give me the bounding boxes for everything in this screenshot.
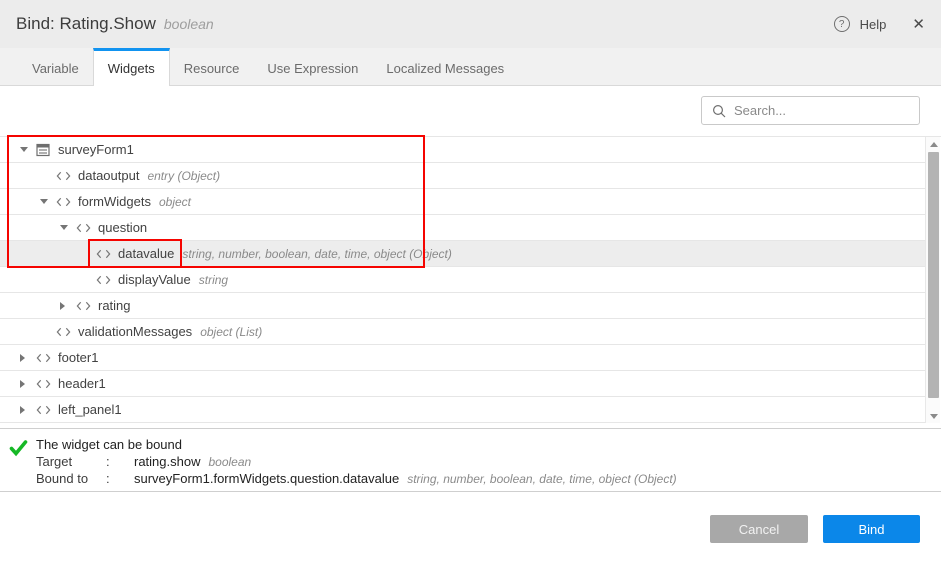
- code-icon: [36, 379, 52, 389]
- status-message: The widget can be bound: [36, 436, 677, 453]
- search-box[interactable]: [701, 96, 920, 125]
- code-icon: [36, 353, 52, 363]
- tree-row-question[interactable]: question: [0, 215, 925, 241]
- scrollbar-thumb[interactable]: [928, 152, 939, 398]
- tree-row-dataoutput[interactable]: dataoutput entry (Object): [0, 163, 925, 189]
- node-type: object: [159, 195, 191, 209]
- bound-to-type: string, number, boolean, date, time, obj…: [407, 472, 676, 486]
- search-row: [0, 86, 941, 136]
- target-type: boolean: [208, 455, 251, 469]
- code-icon: [56, 327, 72, 337]
- node-label: validationMessages: [78, 324, 192, 339]
- code-icon: [76, 223, 92, 233]
- node-type: object (List): [200, 325, 262, 339]
- bound-to-label: Bound to: [36, 471, 106, 486]
- node-label: left_panel1: [58, 402, 122, 417]
- caret-right-icon[interactable]: [60, 302, 76, 310]
- status-target-row: Target : rating.show boolean: [36, 453, 677, 470]
- code-icon: [36, 405, 52, 415]
- tab-use-expression[interactable]: Use Expression: [253, 48, 372, 85]
- tab-bar: Variable Widgets Resource Use Expression…: [0, 48, 941, 86]
- tree-scrollbar[interactable]: [925, 137, 940, 423]
- tab-resource[interactable]: Resource: [170, 48, 254, 85]
- node-type: entry (Object): [147, 169, 220, 183]
- node-type: string: [199, 273, 228, 287]
- caret-right-icon[interactable]: [20, 406, 36, 414]
- bound-to-value: surveyForm1.formWidgets.question.dataval…: [134, 471, 399, 486]
- node-label: displayValue: [118, 272, 191, 287]
- node-label: dataoutput: [78, 168, 139, 183]
- success-check-icon: [0, 436, 36, 491]
- widget-tree: surveyForm1 dataoutput entry (Object) fo…: [0, 136, 941, 423]
- form-icon: [36, 143, 52, 157]
- node-label: footer1: [58, 350, 98, 365]
- tree-row-rating[interactable]: rating: [0, 293, 925, 319]
- dialog-title: Bind: Rating.Show: [16, 14, 156, 34]
- caret-down-icon[interactable]: [20, 147, 36, 152]
- node-label: question: [98, 220, 147, 235]
- caret-down-icon[interactable]: [60, 225, 76, 230]
- node-label: rating: [98, 298, 131, 313]
- tree-row-surveyform1[interactable]: surveyForm1: [0, 137, 925, 163]
- bind-dialog: Bind: Rating.Show boolean ? Help ✕ Varia…: [0, 0, 941, 562]
- tree-row-displayvalue[interactable]: displayValue string: [0, 267, 925, 293]
- node-label: formWidgets: [78, 194, 151, 209]
- target-label: Target: [36, 454, 106, 469]
- tree-row-formwidgets[interactable]: formWidgets object: [0, 189, 925, 215]
- help-icon[interactable]: ?: [834, 16, 850, 32]
- search-input[interactable]: [734, 103, 909, 118]
- tree-row-footer1[interactable]: footer1: [0, 345, 925, 371]
- node-label: surveyForm1: [58, 142, 134, 157]
- scrollbar-up-arrow-icon[interactable]: [926, 137, 941, 151]
- code-icon: [76, 301, 92, 311]
- node-label: header1: [58, 376, 106, 391]
- bind-status-panel: The widget can be bound Target : rating.…: [0, 428, 941, 492]
- node-type: string, number, boolean, date, time, obj…: [182, 247, 451, 261]
- dialog-title-type: boolean: [164, 16, 214, 32]
- caret-right-icon[interactable]: [20, 354, 36, 362]
- help-button[interactable]: Help: [860, 17, 887, 32]
- code-icon: [96, 275, 112, 285]
- scrollbar-down-arrow-icon[interactable]: [926, 409, 941, 423]
- tab-variable[interactable]: Variable: [18, 48, 93, 85]
- caret-right-icon[interactable]: [20, 380, 36, 388]
- search-icon: [712, 104, 726, 118]
- tab-widgets[interactable]: Widgets: [93, 48, 170, 86]
- dialog-header: Bind: Rating.Show boolean ? Help ✕: [0, 0, 941, 48]
- tab-localized-messages[interactable]: Localized Messages: [372, 48, 518, 85]
- cancel-button[interactable]: Cancel: [710, 515, 808, 543]
- close-icon[interactable]: ✕: [912, 17, 925, 32]
- target-value: rating.show: [134, 454, 200, 469]
- code-icon: [96, 249, 112, 259]
- tree-row-left-panel1[interactable]: left_panel1: [0, 397, 925, 423]
- tree-row-validationmessages[interactable]: validationMessages object (List): [0, 319, 925, 345]
- tree-row-datavalue[interactable]: datavalue string, number, boolean, date,…: [0, 241, 925, 267]
- caret-down-icon[interactable]: [40, 199, 56, 204]
- tree-row-header1[interactable]: header1: [0, 371, 925, 397]
- bind-button[interactable]: Bind: [823, 515, 920, 543]
- node-label: datavalue: [118, 246, 174, 261]
- status-bound-row: Bound to : surveyForm1.formWidgets.quest…: [36, 470, 677, 487]
- code-icon: [56, 171, 72, 181]
- code-icon: [56, 197, 72, 207]
